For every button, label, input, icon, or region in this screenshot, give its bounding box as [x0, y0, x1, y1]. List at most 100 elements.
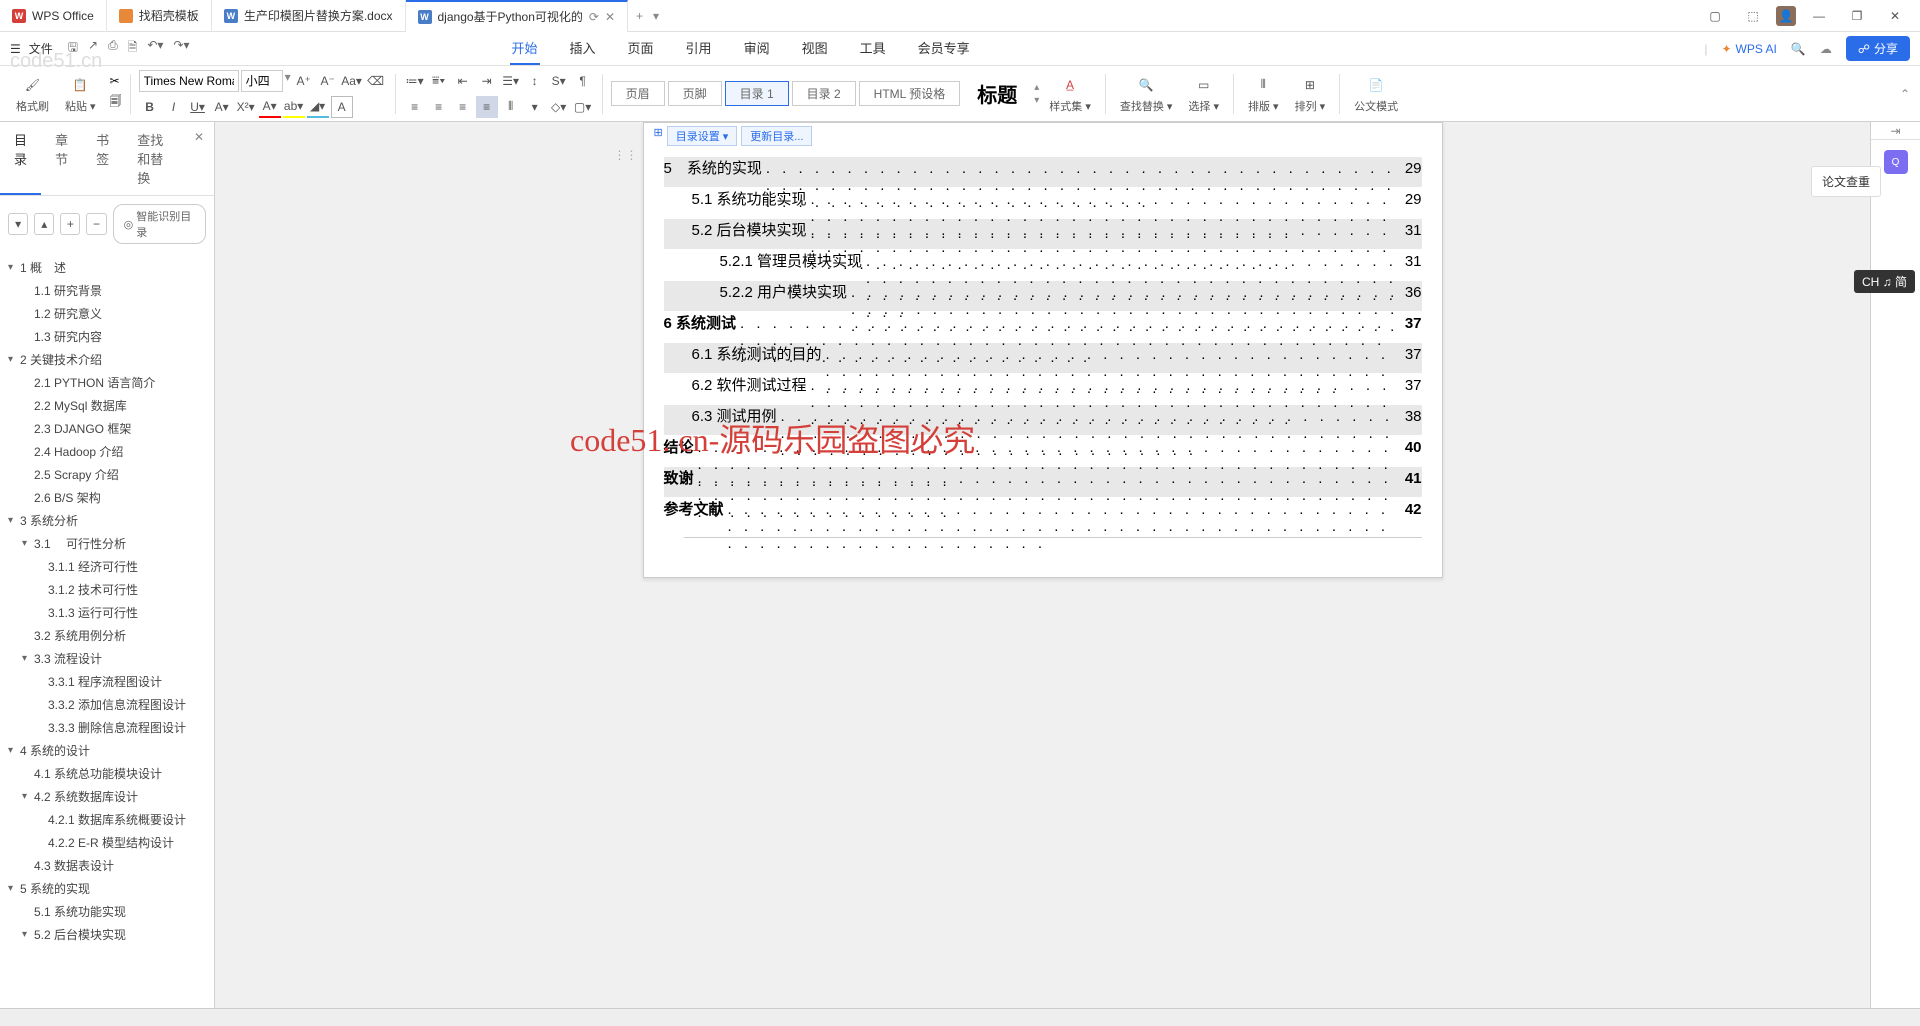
- outline-add-button[interactable]: +: [60, 213, 80, 235]
- toc-line[interactable]: 6.3 测试用例. . . . . . . . . . . . . . . . …: [664, 405, 1422, 435]
- tab-document-1[interactable]: W 生产印模图片替换方案.docx: [212, 0, 406, 32]
- toc-line[interactable]: 致谢. . . . . . . . . . . . . . . . . . . …: [664, 467, 1422, 497]
- toc-line[interactable]: 参考文献. . . . . . . . . . . . . . . . . . …: [664, 498, 1422, 528]
- align-center-button[interactable]: ≡: [428, 96, 450, 118]
- new-tab-button[interactable]: +: [636, 9, 643, 23]
- ribbon-collapse-icon[interactable]: ⌃: [1900, 87, 1910, 101]
- sidebar-tab-toc[interactable]: 目录: [0, 122, 41, 195]
- decrease-font-icon[interactable]: A⁻: [317, 70, 339, 92]
- sort-label[interactable]: 排列 ▾: [1295, 98, 1326, 114]
- distribute-button[interactable]: ⦀: [500, 96, 522, 118]
- find-replace-label[interactable]: 查找替换 ▾: [1120, 98, 1173, 114]
- search-icon[interactable]: 🔍: [1791, 42, 1806, 56]
- outline-item[interactable]: 4.1 系统总功能模块设计: [0, 762, 214, 785]
- menu-member[interactable]: 会员专享: [916, 32, 972, 65]
- print-preview-icon[interactable]: 🗎: [128, 38, 138, 59]
- outline-item[interactable]: ▾3.3 流程设计: [0, 647, 214, 670]
- cube-icon[interactable]: ⬚: [1738, 2, 1768, 30]
- char-style-button[interactable]: A: [331, 96, 353, 118]
- export-icon[interactable]: ↗: [88, 38, 98, 59]
- highlight-button[interactable]: ab▾: [283, 96, 305, 118]
- toc-content[interactable]: 5 系统的实现. . . . . . . . . . . . . . . . .…: [644, 149, 1442, 537]
- menu-reference[interactable]: 引用: [684, 32, 714, 65]
- sort-icon[interactable]: ⊞: [1299, 74, 1321, 96]
- outline-item[interactable]: 2.4 Hadoop 介绍: [0, 440, 214, 463]
- toc-line[interactable]: 5 系统的实现. . . . . . . . . . . . . . . . .…: [664, 157, 1422, 187]
- sidebar-close-icon[interactable]: ✕: [184, 122, 214, 195]
- outline-item[interactable]: 3.1.2 技术可行性: [0, 578, 214, 601]
- cloud-icon[interactable]: ☁: [1820, 42, 1832, 56]
- bullets-button[interactable]: ≔▾: [404, 70, 426, 92]
- underline-button[interactable]: U▾: [187, 96, 209, 118]
- columns-button[interactable]: ▾: [524, 96, 546, 118]
- close-tab-icon[interactable]: ✕: [605, 10, 615, 24]
- app-menu-icon[interactable]: ☰: [10, 42, 21, 56]
- wps-ai-button[interactable]: ✦WPS AI: [1721, 42, 1776, 56]
- outline-item[interactable]: ▾5 系统的实现: [0, 877, 214, 900]
- arrange-icon[interactable]: ⫴: [1252, 74, 1274, 96]
- maximize-button[interactable]: ❐: [1842, 2, 1872, 30]
- outline-item[interactable]: 1.3 研究内容: [0, 325, 214, 348]
- outline-item[interactable]: ▾2 关键技术介绍: [0, 348, 214, 371]
- outline-item[interactable]: 5.1 系统功能实现: [0, 900, 214, 923]
- fill-color-button[interactable]: ◇▾: [548, 96, 570, 118]
- outline-item[interactable]: 2.2 MySql 数据库: [0, 394, 214, 417]
- outline-item[interactable]: 1.1 研究背景: [0, 279, 214, 302]
- sidebar-tab-chapter[interactable]: 章节: [41, 122, 82, 195]
- outline-item[interactable]: 4.2.2 E-R 模型结构设计: [0, 831, 214, 854]
- align-justify-button[interactable]: ≡: [476, 96, 498, 118]
- print-icon[interactable]: ⎙: [108, 38, 118, 59]
- clear-format-icon[interactable]: ⌫: [365, 70, 387, 92]
- public-mode-icon[interactable]: 📄: [1365, 74, 1387, 96]
- save-icon[interactable]: 🖫: [68, 38, 78, 59]
- font-size-select[interactable]: [241, 70, 283, 92]
- outline-item[interactable]: 3.2 系统用例分析: [0, 624, 214, 647]
- share-button[interactable]: ☍分享: [1846, 36, 1910, 61]
- document-area[interactable]: ⊞ 目录设置 ▾ 更新目录... ⋮⋮ 5 系统的实现. . . . . . .…: [215, 122, 1870, 1008]
- outline-item[interactable]: ▾3.1 可行性分析: [0, 532, 214, 555]
- toc-line[interactable]: 5.2.1 管理员模块实现. . . . . . . . . . . . . .…: [664, 250, 1422, 280]
- align-left-button[interactable]: ≡: [404, 96, 426, 118]
- outline-item[interactable]: 3.3.2 添加信息流程图设计: [0, 693, 214, 716]
- sort-button[interactable]: ↕: [524, 70, 546, 92]
- show-marks-button[interactable]: S▾: [548, 70, 570, 92]
- outline-item[interactable]: 4.2.1 数据库系统概要设计: [0, 808, 214, 831]
- menu-view[interactable]: 视图: [800, 32, 830, 65]
- close-button[interactable]: ✕: [1880, 2, 1910, 30]
- menu-review[interactable]: 审阅: [742, 32, 772, 65]
- tab-wps-home[interactable]: W WPS Office: [0, 0, 107, 32]
- align-right-button[interactable]: ≡: [452, 96, 474, 118]
- avatar-icon[interactable]: 👤: [1776, 6, 1796, 26]
- style-up-icon[interactable]: ▴: [1034, 82, 1039, 93]
- style-toc1[interactable]: 目录 1: [725, 81, 789, 106]
- outline-item[interactable]: ▾3 系统分析: [0, 509, 214, 532]
- toc-line[interactable]: 6.1 系统测试的目的. . . . . . . . . . . . . . .…: [664, 343, 1422, 373]
- outline-item[interactable]: ▾4.2 系统数据库设计: [0, 785, 214, 808]
- style-html[interactable]: HTML 预设格: [859, 81, 961, 106]
- menu-insert[interactable]: 插入: [568, 32, 598, 65]
- style-down-icon[interactable]: ▾: [1034, 95, 1039, 106]
- outline-item[interactable]: 2.6 B/S 架构: [0, 486, 214, 509]
- change-case-icon[interactable]: Aa▾: [341, 70, 363, 92]
- style-set-icon[interactable]: A̲: [1059, 74, 1081, 96]
- outline-item[interactable]: 2.1 PYTHON 语言简介: [0, 371, 214, 394]
- toc-line[interactable]: 5.2 后台模块实现. . . . . . . . . . . . . . . …: [664, 219, 1422, 249]
- undo-icon[interactable]: ↶▾: [147, 38, 163, 59]
- arrange-label[interactable]: 排版 ▾: [1248, 98, 1279, 114]
- menu-start[interactable]: 开始: [510, 32, 540, 65]
- cut-icon[interactable]: ✂: [110, 74, 122, 88]
- find-icon[interactable]: 🔍: [1135, 74, 1157, 96]
- toc-line[interactable]: 5.2.2 用户模块实现. . . . . . . . . . . . . . …: [664, 281, 1422, 311]
- outline-item[interactable]: 3.1.1 经济可行性: [0, 555, 214, 578]
- tab-dropdown-icon[interactable]: ▾: [653, 9, 659, 23]
- outline-item[interactable]: 2.5 Scrapy 介绍: [0, 463, 214, 486]
- style-toc2[interactable]: 目录 2: [792, 81, 856, 106]
- outline-item[interactable]: 3.3.1 程序流程图设计: [0, 670, 214, 693]
- tab-templates[interactable]: 找稻壳模板: [107, 0, 212, 32]
- style-set-label[interactable]: 样式集 ▾: [1049, 98, 1091, 114]
- decrease-indent-button[interactable]: ⇤: [452, 70, 474, 92]
- outline-item[interactable]: 1.2 研究意义: [0, 302, 214, 325]
- paste-icon[interactable]: 📋: [69, 74, 91, 96]
- italic-button[interactable]: I: [163, 96, 185, 118]
- sidebar-tab-bookmark[interactable]: 书签: [82, 122, 123, 195]
